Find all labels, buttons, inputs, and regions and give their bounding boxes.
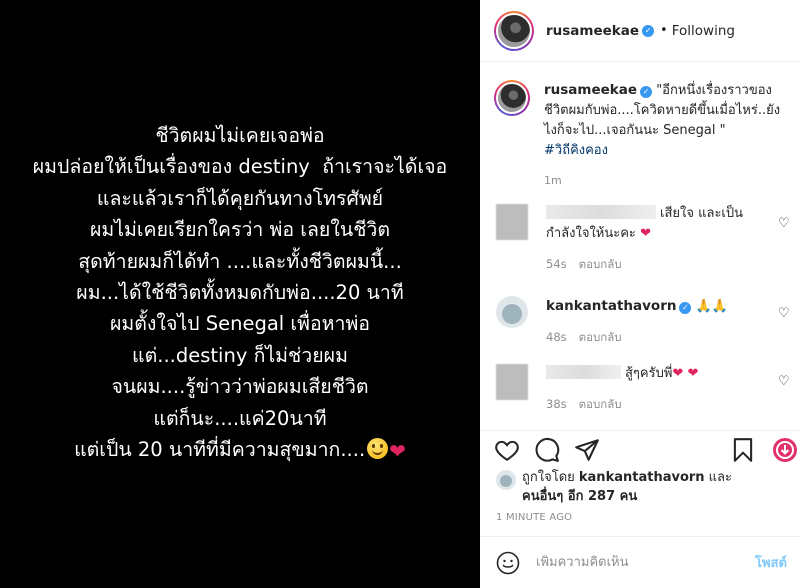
heart-icon[interactable] <box>494 437 520 463</box>
header-username[interactable]: rusameekae <box>546 23 639 39</box>
post-line: จนผม....รู้ข่าวว่าพ่อผมเสียชีวิต <box>111 375 369 399</box>
avatar[interactable] <box>494 10 534 51</box>
comment-item: สู้ๆครับพี่❤ ❤ 38s ตอบกลับ ♡ <box>496 364 796 414</box>
add-comment-bar: โพสต์ <box>480 536 800 588</box>
comment-username[interactable]: kankantathavorn <box>546 298 676 314</box>
post-header: rusameekae ✓ • Following <box>480 0 800 62</box>
blurred-username[interactable] <box>546 205 656 219</box>
caption-time: 1m <box>544 174 562 187</box>
bookmark-icon[interactable] <box>730 437 756 463</box>
like-comment-icon[interactable]: ♡ <box>778 306 792 321</box>
verified-badge-icon: ✓ <box>642 24 655 37</box>
comment-icon[interactable] <box>534 437 560 463</box>
likes-prefix: ถูกใจโดย <box>522 470 579 485</box>
avatar[interactable] <box>496 204 528 240</box>
action-bar <box>480 430 800 468</box>
heart-emoji: ❤ ❤ <box>672 366 699 381</box>
like-comment-icon[interactable]: ♡ <box>778 216 792 231</box>
reply-button[interactable]: ตอบกลับ <box>579 257 622 271</box>
comment-time: 54s <box>546 257 567 271</box>
comment-time: 48s <box>546 330 567 344</box>
comment-text: สู้ๆครับพี่ <box>625 366 673 381</box>
post-line: แต่เป็น 20 นาทีที่มีความสุขมาก.... <box>74 438 366 462</box>
likes-summary: ถูกใจโดย kankantathavorn และ คนอื่นๆ อีก… <box>496 468 786 506</box>
post-sidebar: rusameekae ✓ • Following rusameekae ✓ "อี… <box>480 0 800 588</box>
likes-middle: และ <box>704 470 733 485</box>
blurred-username[interactable] <box>546 365 621 379</box>
comment-item: kankantathavorn ✓ 🙏🙏 48s ตอบกลับ ♡ <box>496 296 796 347</box>
avatar[interactable] <box>496 296 528 328</box>
post-line: ผมปล่อยให้เป็นเรื่องของ destiny ถ้าเราจะ… <box>32 155 448 179</box>
post-line: สุดท้ายผมก็ได้ทำ ....และทั้งชีวิตผมนี้..… <box>78 249 402 273</box>
share-icon[interactable] <box>574 437 600 463</box>
post-timestamp: 1 MINUTE AGO <box>496 512 573 523</box>
likes-others-link[interactable]: คนอื่นๆ อีก 287 คน <box>522 489 637 504</box>
post-line: แต่...destiny ก็ไม่ช่วยผม <box>132 343 348 367</box>
verified-badge-icon: ✓ <box>679 302 692 314</box>
reply-button[interactable]: ตอบกลับ <box>579 330 622 344</box>
caption: rusameekae ✓ "อีกหนึ่งเรื่องราวของชีวิตผม… <box>494 80 789 191</box>
separator-dot: • <box>660 23 668 38</box>
post-line: ผม...ได้ใช้ชีวิตทั้งหมดกับพ่อ....20 นาที <box>76 281 404 305</box>
liked-by-user[interactable]: kankantathavorn <box>579 470 705 485</box>
post-comment-button[interactable]: โพสต์ <box>755 552 787 573</box>
following-button[interactable]: Following <box>672 23 735 39</box>
post-line: แต่ก็นะ....แค่20นาที <box>153 406 327 430</box>
caption-avatar[interactable] <box>494 80 530 116</box>
verified-badge-icon: ✓ <box>640 86 653 98</box>
post-text-image: ชีวิตผมไม่เคยเจอพ่อ ผมปล่อยให้เป็นเรื่อง… <box>0 120 480 467</box>
caption-username[interactable]: rusameekae <box>544 82 637 98</box>
comment-time: 38s <box>546 397 567 411</box>
smiling-face-icon <box>367 438 389 460</box>
comment-item: เสียใจ และเป็นกำลังใจให้นะคะ ❤ 54s ตอบกลั… <box>496 204 796 274</box>
avatar[interactable] <box>496 364 528 400</box>
comments-section[interactable]: rusameekae ✓ "อีกหนึ่งเรื่องราวของชีวิตผม… <box>480 62 800 430</box>
heart-emoji: ❤ <box>640 226 651 241</box>
post-line: ชีวิตผมไม่เคยเจอพ่อ <box>155 124 325 147</box>
download-icon[interactable] <box>772 437 798 463</box>
heart-emoji: ❤ <box>389 439 406 464</box>
comment-text: 🙏🙏 <box>695 299 728 314</box>
emoji-icon[interactable] <box>496 551 520 575</box>
post-media[interactable]: ชีวิตผมไม่เคยเจอพ่อ ผมปล่อยให้เป็นเรื่อง… <box>0 0 480 588</box>
post-line: ผมไม่เคยเรียกใครว่า พ่อ เลยในชีวิต <box>89 218 391 242</box>
post-line: และแล้วเราก็ได้คุยกันทางโทรศัพย์ <box>96 186 384 210</box>
post-line: ผมตั้งใจไป Senegal เพื่อหาพ่อ <box>109 312 371 336</box>
hashtag-link[interactable]: #วิถีคิงคอง <box>544 141 789 161</box>
like-comment-icon[interactable]: ♡ <box>778 374 792 389</box>
avatar[interactable] <box>496 470 516 490</box>
comment-input[interactable] <box>536 555 751 570</box>
reply-button[interactable]: ตอบกลับ <box>579 397 622 411</box>
